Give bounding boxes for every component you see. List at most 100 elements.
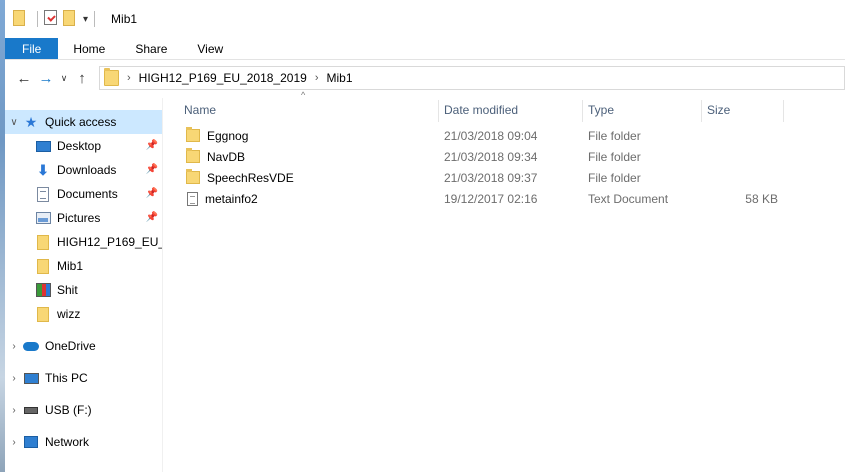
sidebar-item-label: Quick access [45,115,117,129]
file-type: File folder [588,149,641,164]
onedrive-icon [23,339,39,353]
back-arrow-icon[interactable]: ← [13,70,35,87]
sidebar-item-documents[interactable]: Documents 📌 [5,182,162,206]
column-header-type[interactable]: Type [583,98,702,122]
customize-toolbar-dropdown-icon[interactable]: ▾ [83,14,88,25]
separator [94,11,96,27]
sidebar-item-label: Downloads [57,163,117,177]
sidebar-item-label: Desktop [57,139,102,153]
forward-arrow-icon[interactable]: → [35,70,57,87]
image-folder-icon [35,283,51,297]
desktop-icon [35,139,51,153]
pin-icon[interactable]: 📌 [146,140,158,151]
folder-icon [186,148,200,163]
file-date: 19/12/2017 02:16 [444,191,538,206]
sidebar-item-label: wizz [57,307,81,321]
star-icon: ★ [24,114,38,130]
sidebar-item-this-pc[interactable]: › This PC [5,366,162,390]
column-header-name[interactable]: Name [179,98,439,122]
breadcrumb-item[interactable]: Mib1 [326,71,352,85]
sidebar-item-pictures[interactable]: Pictures 📌 [5,206,162,230]
new-folder-icon[interactable] [63,9,75,29]
file-date: 21/03/2018 09:37 [444,170,538,185]
usb-drive-icon [23,403,39,417]
tab-view[interactable]: View [182,38,238,59]
chevron-right-icon[interactable]: › [315,72,319,84]
folder-icon [35,258,51,274]
sidebar-item-desktop[interactable]: Desktop 📌 [5,134,162,158]
sidebar-item-label: HIGH12_P169_EU_20 [57,235,162,249]
breadcrumb-item[interactable]: HIGH12_P169_EU_2018_2019 [139,71,307,85]
pin-icon[interactable]: 📌 [146,164,158,175]
column-header-date-modified[interactable]: Date modified [439,98,583,122]
chevron-right-icon[interactable]: › [5,341,23,352]
sidebar-item-network[interactable]: › Network [5,430,162,454]
sidebar-item-wizz[interactable]: wizz [5,302,162,326]
folder-icon [186,169,200,184]
pin-icon[interactable]: 📌 [146,212,158,223]
file-row[interactable]: Eggnog 21/03/2018 09:04 File folder [179,125,845,146]
sidebar-item-onedrive[interactable]: › OneDrive [5,334,162,358]
sidebar-item-label: Documents [57,187,118,201]
sidebar-item-label: Network [45,435,90,449]
address-bar[interactable]: › HIGH12_P169_EU_2018_2019 › Mib1 [99,66,845,90]
file-name: Eggnog [207,128,249,143]
this-pc-icon [23,371,39,385]
sidebar-item-quick-access[interactable]: ∨ ★ Quick access [5,110,162,134]
navigation-bar: ← → ∨ ↑ › HIGH12_P169_EU_2018_2019 › Mib… [5,63,845,93]
file-name: NavDB [207,149,246,164]
pictures-icon [35,211,51,225]
file-type: File folder [588,128,641,143]
downloads-icon: ⬇ [37,162,49,178]
file-row[interactable]: metainfo2 19/12/2017 02:16 Text Document… [179,188,845,209]
column-headers: Name Date modified Type Size [179,98,845,122]
sidebar-item-downloads[interactable]: ⬇ Downloads 📌 [5,158,162,182]
window-title: Mib1 [111,12,138,26]
properties-icon[interactable] [44,10,57,28]
file-type: Text Document [588,191,669,206]
file-type: File folder [588,170,641,185]
sidebar-item-high12-folder[interactable]: HIGH12_P169_EU_20 [5,230,162,254]
folder-icon [104,68,119,86]
file-row[interactable]: NavDB 21/03/2018 09:34 File folder [179,146,845,167]
tab-file[interactable]: File [5,38,59,59]
main-area: ∨ ★ Quick access Desktop 📌 ⬇ Downloads 📌… [5,90,845,472]
sidebar-item-label: USB (F:) [45,403,92,417]
pin-icon[interactable]: 📌 [146,188,158,199]
documents-icon [35,186,51,202]
file-name: SpeechResVDE [207,170,294,185]
sidebar-item-label: Pictures [57,211,101,225]
tab-home[interactable]: Home [58,38,120,59]
title-bar: ▾ Mib1 [5,0,845,38]
tab-share[interactable]: Share [120,38,182,59]
network-icon [23,435,39,449]
sidebar-item-label: OneDrive [45,339,96,353]
chevron-down-icon[interactable]: ∨ [5,117,23,128]
folder-icon [35,306,51,322]
ribbon-tabs: File Home Share View [5,38,845,60]
file-date: 21/03/2018 09:04 [444,128,538,143]
sidebar-item-label: This PC [45,371,88,385]
column-header-size[interactable]: Size [702,98,784,122]
recent-locations-chevron-icon[interactable]: ∨ [57,73,71,84]
file-size: 58 KB [745,191,778,206]
folder-icon [13,9,25,29]
sidebar-item-shit[interactable]: Shit [5,278,162,302]
chevron-right-icon[interactable]: › [5,373,23,384]
sidebar-item-mib1[interactable]: Mib1 [5,254,162,278]
file-list: ^ Name Date modified Type Size Eggnog 21… [163,90,845,472]
navigation-pane: ∨ ★ Quick access Desktop 📌 ⬇ Downloads 📌… [5,98,163,472]
file-date: 21/03/2018 09:34 [444,149,538,164]
separator [37,11,38,27]
chevron-right-icon[interactable]: › [5,437,23,448]
up-arrow-icon[interactable]: ↑ [71,70,93,87]
chevron-right-icon[interactable]: › [127,72,131,84]
file-explorer-window: ▾ Mib1 File Home Share View ← → ∨ ↑ › HI… [5,0,845,472]
sidebar-item-label: Mib1 [57,259,84,273]
chevron-right-icon[interactable]: › [5,405,23,416]
file-name: metainfo2 [205,191,258,206]
folder-icon [186,127,200,142]
file-row[interactable]: SpeechResVDE 21/03/2018 09:37 File folde… [179,167,845,188]
file-rows: Eggnog 21/03/2018 09:04 File folder NavD… [179,125,845,209]
sidebar-item-usb-drive[interactable]: › USB (F:) [5,398,162,422]
